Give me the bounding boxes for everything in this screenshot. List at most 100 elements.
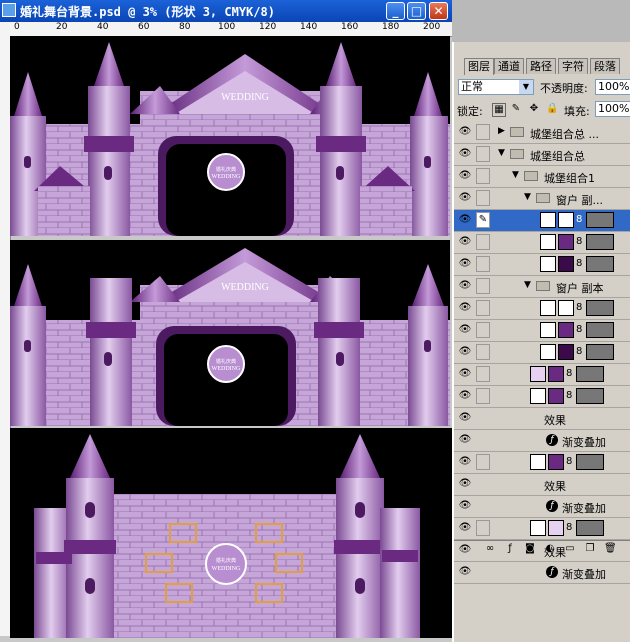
add-style-fx-icon[interactable]: ƒ xyxy=(504,543,516,555)
effects-header-row[interactable]: 👁 效果 xyxy=(454,408,630,430)
visibility-eye-icon[interactable]: 👁 xyxy=(458,324,472,336)
visibility-eye-icon[interactable]: 👁 xyxy=(458,258,472,270)
layer-row[interactable]: 👁 8 xyxy=(454,342,630,364)
layer-row[interactable]: 👁 8 xyxy=(454,320,630,342)
layer-thumbnail[interactable] xyxy=(548,520,564,536)
layer-row[interactable]: 👁 8 xyxy=(454,518,630,540)
visibility-eye-icon[interactable]: 👁 xyxy=(458,500,472,512)
layer-thumbnail[interactable] xyxy=(540,322,556,338)
visibility-eye-icon[interactable]: 👁 xyxy=(458,214,472,226)
visibility-eye-icon[interactable]: 👁 xyxy=(458,280,472,292)
effects-header-row[interactable]: 👁 效果 xyxy=(454,474,630,496)
layer-thumbnail[interactable] xyxy=(558,344,574,360)
link-slot[interactable] xyxy=(476,234,490,250)
layer-row[interactable]: 👁 8 xyxy=(454,386,630,408)
visibility-eye-icon[interactable]: 👁 xyxy=(458,148,472,160)
tab-channels[interactable]: 通道 xyxy=(494,58,524,74)
tab-layers[interactable]: 图层 xyxy=(464,58,494,75)
expand-triangle-icon[interactable]: ▼ xyxy=(524,192,531,202)
lock-image-brush-icon[interactable]: ✎ xyxy=(510,103,522,115)
link-slot[interactable] xyxy=(476,344,490,360)
visibility-eye-icon[interactable]: 👁 xyxy=(458,126,472,138)
layer-thumbnail[interactable] xyxy=(558,256,574,272)
vector-mask-thumbnail[interactable] xyxy=(586,300,614,316)
artwork-canvas-1[interactable]: WEDDING 婚礼庆典 WEDDING xyxy=(10,36,450,236)
layer-row-selected[interactable]: 👁 ✎ 8 xyxy=(454,210,630,232)
vector-mask-thumbnail[interactable] xyxy=(576,520,604,536)
link-slot[interactable] xyxy=(476,124,490,140)
maximize-button[interactable]: □ xyxy=(407,2,426,20)
lock-all-icon[interactable]: 🔒 xyxy=(546,103,558,115)
layer-row[interactable]: 👁 8 xyxy=(454,298,630,320)
layer-group-row[interactable]: 👁 ▼ 城堡组合1 xyxy=(454,166,630,188)
vector-mask-thumbnail[interactable] xyxy=(576,388,604,404)
delete-layer-trash-icon[interactable]: 🗑 xyxy=(604,543,617,555)
layer-group-row[interactable]: 👁 ▼ 窗户 副本 xyxy=(454,276,630,298)
vector-mask-thumbnail[interactable] xyxy=(586,256,614,272)
visibility-eye-icon[interactable]: 👁 xyxy=(458,346,472,358)
layer-thumbnail[interactable] xyxy=(558,234,574,250)
layer-thumbnail[interactable] xyxy=(540,300,556,316)
vector-mask-thumbnail[interactable] xyxy=(586,212,614,228)
visibility-eye-icon[interactable]: 👁 xyxy=(458,434,472,446)
expand-triangle-icon[interactable]: ▼ xyxy=(524,280,531,290)
layer-thumbnail[interactable] xyxy=(540,212,556,228)
vector-mask-thumbnail[interactable] xyxy=(576,454,604,470)
layer-row[interactable]: 👁 8 xyxy=(454,364,630,386)
effect-row[interactable]: 👁 ƒ 渐变叠加 xyxy=(454,496,630,518)
vector-mask-thumbnail[interactable] xyxy=(586,344,614,360)
layer-thumbnail[interactable] xyxy=(558,212,574,228)
visibility-eye-icon[interactable]: 👁 xyxy=(458,456,472,468)
visibility-eye-icon[interactable]: 👁 xyxy=(458,368,472,380)
visibility-eye-icon[interactable]: 👁 xyxy=(458,566,472,578)
fill-input[interactable]: 100% xyxy=(595,101,630,117)
close-button[interactable]: ✕ xyxy=(429,2,448,20)
tab-paths[interactable]: 路径 xyxy=(526,58,556,74)
link-slot[interactable] xyxy=(476,146,490,162)
layer-thumbnail[interactable] xyxy=(530,520,546,536)
layer-thumbnail[interactable] xyxy=(558,322,574,338)
layer-thumbnail[interactable] xyxy=(540,256,556,272)
link-slot[interactable] xyxy=(476,388,490,404)
opacity-input[interactable]: 100% xyxy=(595,79,630,95)
effect-row[interactable]: 👁 ƒ 渐变叠加 xyxy=(454,562,630,584)
visibility-eye-icon[interactable]: 👁 xyxy=(458,478,472,490)
layer-row[interactable]: 👁 8 xyxy=(454,232,630,254)
artwork-canvas-2[interactable]: WEDDING 婚礼庆典 WEDDING xyxy=(10,240,450,426)
title-bar[interactable]: 婚礼舞台背景.psd @ 3% (形状 3, CMYK/8) _ □ ✕ xyxy=(0,0,452,22)
add-mask-icon[interactable]: ◙ xyxy=(524,543,536,555)
link-slot[interactable] xyxy=(476,256,490,272)
link-slot[interactable] xyxy=(476,322,490,338)
link-slot[interactable] xyxy=(476,278,490,294)
artwork-canvas-3[interactable]: 婚礼庆典 WEDDING xyxy=(10,428,452,638)
layer-thumbnail[interactable] xyxy=(548,388,564,404)
brush-active-icon[interactable]: ✎ xyxy=(476,212,490,228)
vector-mask-thumbnail[interactable] xyxy=(586,234,614,250)
link-slot[interactable] xyxy=(476,366,490,382)
tab-paragraph[interactable]: 段落 xyxy=(590,58,620,74)
lock-position-move-icon[interactable]: ✥ xyxy=(528,103,540,115)
layer-group-row[interactable]: 👁 ▼ 窗户 副... xyxy=(454,188,630,210)
adjustment-layer-icon[interactable]: ◐ xyxy=(544,543,556,555)
layer-thumbnail[interactable] xyxy=(530,388,546,404)
layer-thumbnail[interactable] xyxy=(540,344,556,360)
new-layer-icon[interactable]: ❐ xyxy=(584,543,596,555)
layer-group-row[interactable]: 👁 ▼ 城堡组合总 xyxy=(454,144,630,166)
visibility-eye-icon[interactable]: 👁 xyxy=(458,192,472,204)
layer-thumbnail[interactable] xyxy=(530,366,546,382)
link-slot[interactable] xyxy=(476,454,490,470)
layer-thumbnail[interactable] xyxy=(558,300,574,316)
layer-thumbnail[interactable] xyxy=(548,366,564,382)
visibility-eye-icon[interactable]: 👁 xyxy=(458,170,472,182)
visibility-eye-icon[interactable]: 👁 xyxy=(458,302,472,314)
layer-group-row[interactable]: 👁 ▶ 城堡组合总 ... xyxy=(454,122,630,144)
effect-row[interactable]: 👁 ƒ 渐变叠加 xyxy=(454,430,630,452)
link-slot[interactable] xyxy=(476,520,490,536)
new-group-folder-icon[interactable]: ▭ xyxy=(564,543,576,555)
layer-row[interactable]: 👁 8 xyxy=(454,452,630,474)
lock-transparency-icon[interactable]: ▦ xyxy=(492,103,506,117)
vector-mask-thumbnail[interactable] xyxy=(576,366,604,382)
visibility-eye-icon[interactable]: 👁 xyxy=(458,412,472,424)
tab-character[interactable]: 字符 xyxy=(558,58,588,74)
expand-triangle-icon[interactable]: ▼ xyxy=(512,170,519,180)
